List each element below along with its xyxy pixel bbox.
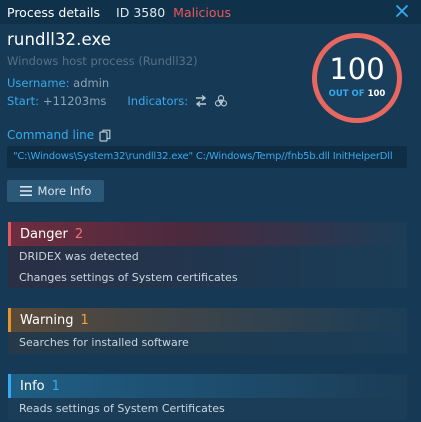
- username-row: Username: admin: [7, 76, 109, 90]
- verdict-badge: Malicious: [173, 4, 231, 20]
- info-title: Info: [20, 378, 45, 394]
- start-label: Start:: [7, 94, 39, 108]
- threat-score-ring: 100 OUT OF 100: [312, 33, 402, 123]
- copy-icon[interactable]: [99, 129, 111, 142]
- warning-list: Searches for installed software: [8, 332, 407, 354]
- danger-list: DRIDEX was detected Changes settings of …: [8, 246, 407, 288]
- danger-section: Danger 2 DRIDEX was detected Changes set…: [8, 222, 407, 288]
- indicators-label: Indicators:: [127, 94, 189, 108]
- danger-header[interactable]: Danger 2: [8, 222, 407, 246]
- command-line-label-row: Command line: [7, 128, 111, 142]
- panel-header: Process details ID 3580 Malicious: [0, 0, 421, 24]
- score-max: 100: [367, 89, 386, 99]
- out-of-label: OUT OF: [328, 89, 365, 99]
- username-label: Username:: [7, 76, 70, 90]
- biohazard-icon[interactable]: [214, 94, 228, 108]
- process-description: Windows host process (Rundll32): [7, 54, 198, 68]
- warning-section: Warning 1 Searches for installed softwar…: [8, 308, 407, 354]
- info-list: Reads settings of System Certificates: [8, 398, 407, 420]
- command-line-label: Command line: [7, 128, 95, 142]
- more-info-button[interactable]: More Info: [7, 180, 104, 202]
- info-item[interactable]: Reads settings of System Certificates: [8, 398, 407, 419]
- process-id: ID 3580: [116, 4, 166, 20]
- more-info-label: More Info: [37, 184, 92, 198]
- username-value: admin: [73, 76, 110, 90]
- command-line-text[interactable]: "C:\Windows\System32\rundll32.exe" C:/Wi…: [7, 146, 407, 168]
- info-section: Info 1 Reads settings of System Certific…: [8, 374, 407, 420]
- threat-score-value: 100: [329, 52, 385, 86]
- danger-item[interactable]: DRIDEX was detected: [8, 246, 407, 267]
- danger-item[interactable]: Changes settings of System certificates: [8, 267, 407, 288]
- warning-header[interactable]: Warning 1: [8, 308, 407, 332]
- start-value: +11203ms: [42, 94, 107, 108]
- warning-title: Warning: [20, 312, 74, 328]
- info-count: 1: [51, 378, 60, 394]
- warning-item[interactable]: Searches for installed software: [8, 332, 407, 353]
- threat-score-out-of: OUT OF 100: [317, 89, 397, 99]
- close-icon[interactable]: [394, 3, 410, 19]
- panel-title: Process details: [7, 4, 101, 20]
- danger-count: 2: [74, 226, 84, 242]
- info-header[interactable]: Info 1: [8, 374, 407, 398]
- warning-count: 1: [80, 312, 89, 328]
- list-icon: [19, 186, 32, 196]
- danger-title: Danger: [20, 226, 68, 242]
- network-connections-icon[interactable]: [194, 94, 208, 108]
- start-row: Start: +11203ms Indicators:: [7, 94, 228, 108]
- process-name: rundll32.exe: [7, 30, 112, 49]
